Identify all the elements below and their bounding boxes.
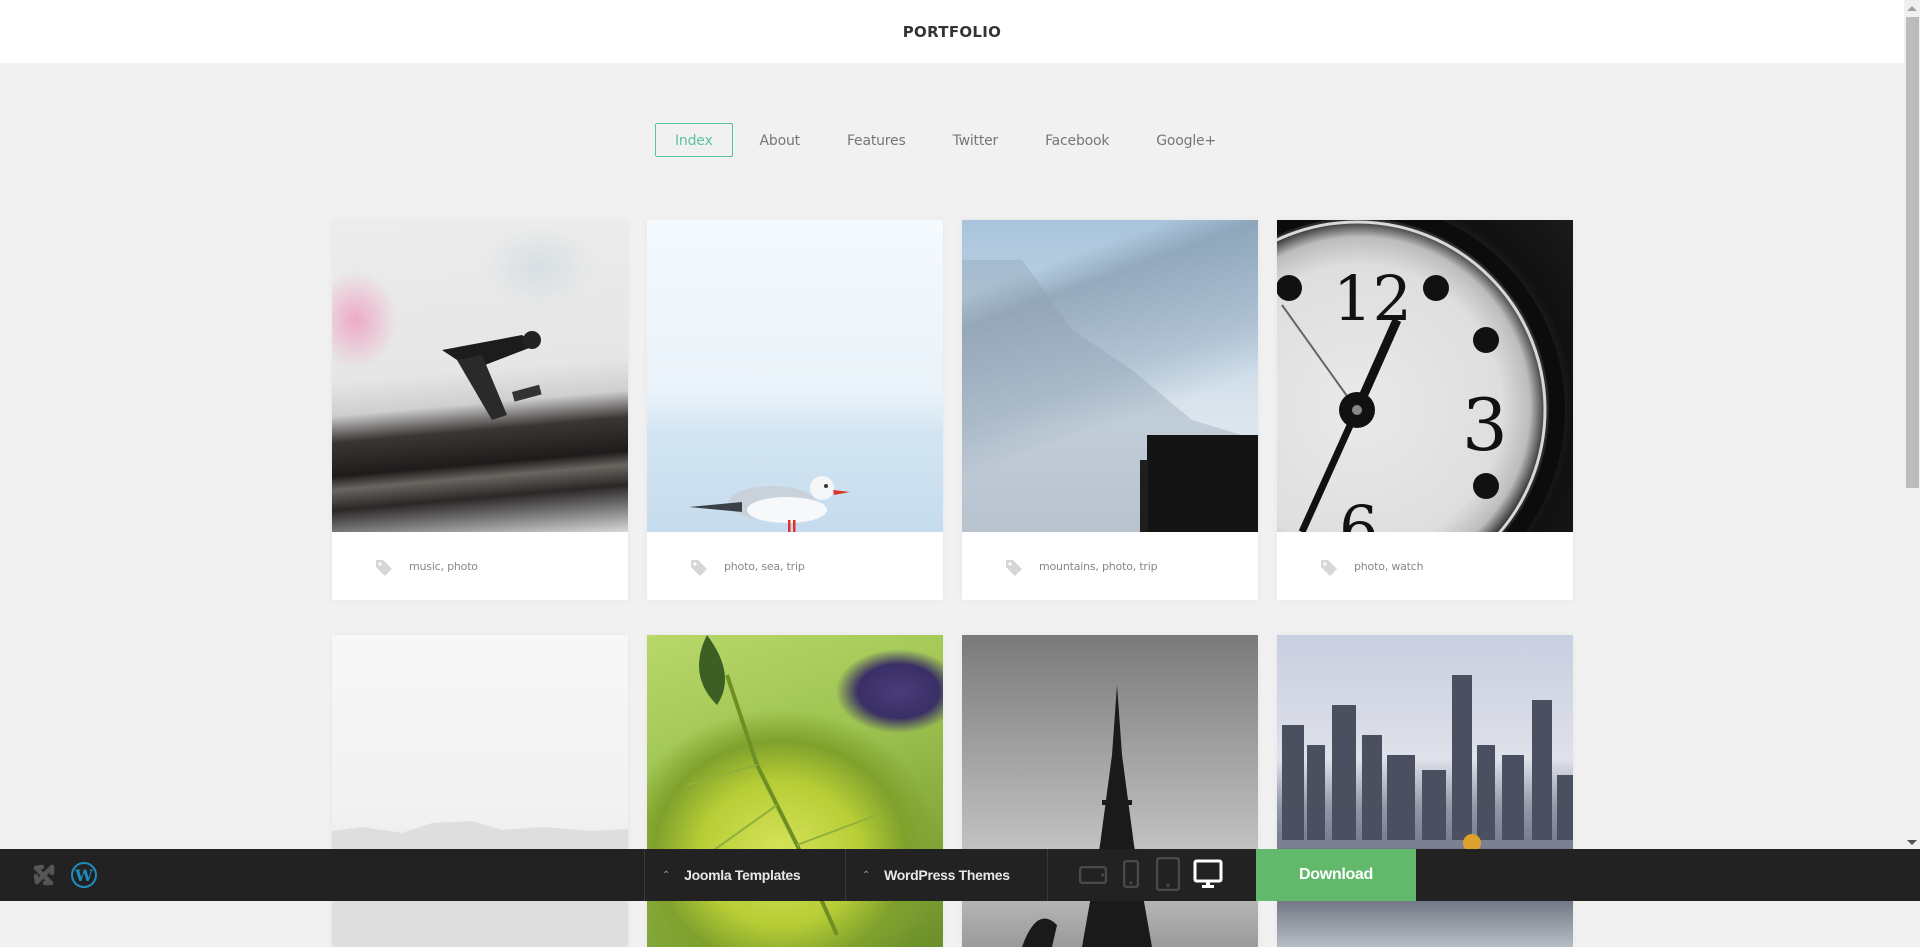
scrollbar-thumb[interactable] xyxy=(1906,17,1919,488)
scroll-up-arrow-icon[interactable] xyxy=(1907,6,1917,11)
tablet-landscape-icon[interactable] xyxy=(1079,866,1107,884)
phone-icon[interactable] xyxy=(1123,860,1139,888)
nav-item-twitter[interactable]: Twitter xyxy=(933,123,1019,157)
seagull-photo[interactable] xyxy=(647,220,943,532)
portfolio-card[interactable]: photo, sea, trip xyxy=(647,220,943,600)
tablet-portrait-icon[interactable] xyxy=(1156,857,1180,891)
tag-icon xyxy=(376,560,392,576)
tag-icon xyxy=(691,560,707,576)
download-button[interactable]: Download xyxy=(1256,849,1416,901)
site-header: PORTFOLIO xyxy=(0,0,1904,63)
tag-icon xyxy=(1006,560,1022,576)
main-nav: Index About Features Twitter Facebook Go… xyxy=(0,123,1904,157)
card-meta: music, photo xyxy=(332,532,628,600)
tag-icon xyxy=(1321,560,1337,576)
card-tags[interactable]: photo, watch xyxy=(1354,560,1424,573)
wordpress-logo-icon[interactable]: W xyxy=(71,862,97,888)
divider xyxy=(644,849,645,901)
vertical-scrollbar[interactable] xyxy=(1904,0,1920,849)
joomla-templates-label: Joomla Templates xyxy=(684,867,801,883)
nav-item-facebook[interactable]: Facebook xyxy=(1025,123,1129,157)
page-title: PORTFOLIO xyxy=(902,22,1002,41)
mountains-pier-photo[interactable] xyxy=(962,220,1258,532)
wordpress-themes-label: WordPress Themes xyxy=(884,867,1010,883)
divider xyxy=(845,849,846,901)
card-tags[interactable]: photo, sea, trip xyxy=(724,560,805,573)
joomla-logo-icon[interactable] xyxy=(31,862,57,888)
card-tags[interactable]: music, photo xyxy=(409,560,478,573)
card-meta: photo, watch xyxy=(1277,532,1573,600)
caret-up-icon: ⌃ xyxy=(662,869,671,881)
card-tags[interactable]: mountains, photo, trip xyxy=(1039,560,1158,573)
portfolio-grid: music, photo photo, sea, trip mountains,… xyxy=(332,220,1573,947)
portfolio-card[interactable]: mountains, photo, trip xyxy=(962,220,1258,600)
desktop-icon[interactable] xyxy=(1193,859,1223,889)
nav-item-google-plus[interactable]: Google+ xyxy=(1136,123,1236,157)
portfolio-card[interactable]: 12 3 6 photo, watch xyxy=(1277,220,1573,600)
svg-text:3: 3 xyxy=(1462,383,1508,467)
nav-item-index[interactable]: Index xyxy=(655,123,733,157)
nav-item-about[interactable]: About xyxy=(740,123,820,157)
nav-item-features[interactable]: Features xyxy=(827,123,926,157)
clock-photo[interactable]: 12 3 6 xyxy=(1277,220,1573,532)
bottom-toolbar: W ⌃ Joomla Templates ⌃ WordPress Themes … xyxy=(0,849,1920,901)
svg-text:W: W xyxy=(74,866,94,885)
wordpress-themes-menu[interactable]: ⌃ WordPress Themes xyxy=(862,849,1010,901)
card-meta: mountains, photo, trip xyxy=(962,532,1258,600)
caret-up-icon: ⌃ xyxy=(862,869,871,881)
svg-text:6: 6 xyxy=(1339,492,1378,532)
joomla-templates-menu[interactable]: ⌃ Joomla Templates xyxy=(662,849,801,901)
turntable-photo[interactable] xyxy=(332,220,628,532)
portfolio-card[interactable]: music, photo xyxy=(332,220,628,600)
scroll-down-arrow-icon[interactable] xyxy=(1907,840,1917,845)
divider xyxy=(1047,849,1048,901)
card-meta: photo, sea, trip xyxy=(647,532,943,600)
